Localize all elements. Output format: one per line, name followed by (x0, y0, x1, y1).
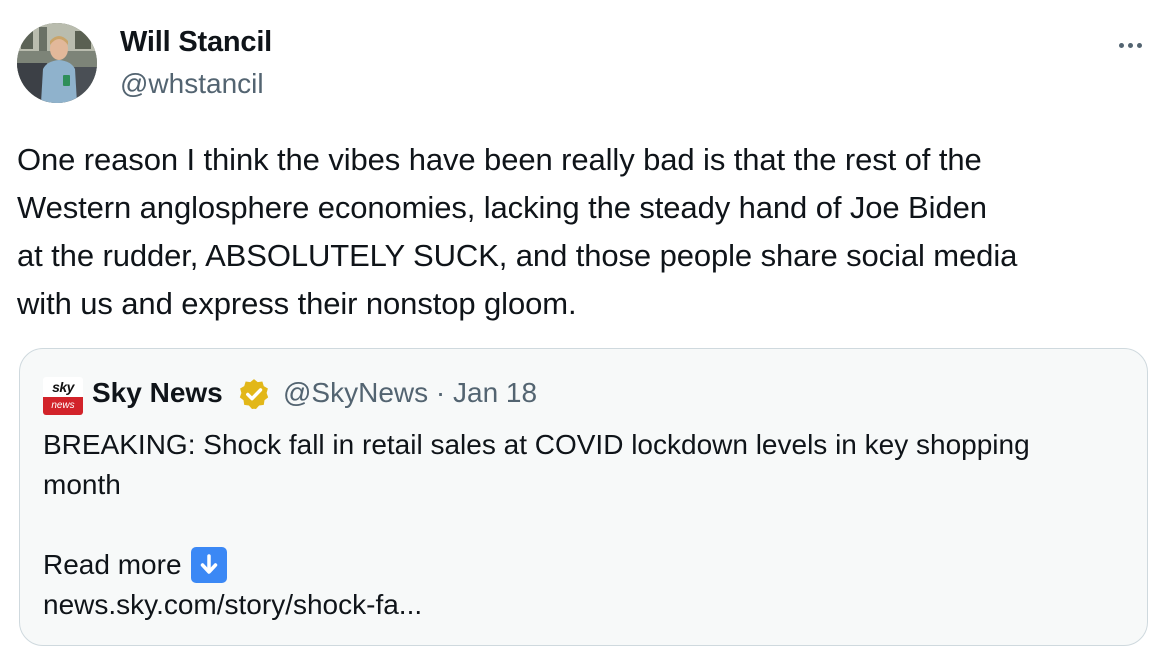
tweet-text: One reason I think the vibes have been r… (17, 142, 1018, 321)
author-name[interactable]: Will Stancil (120, 26, 272, 59)
read-more-label: Read more (43, 549, 182, 580)
dot (1136, 42, 1142, 48)
quoted-author-name[interactable]: Sky News (92, 377, 223, 409)
avatar[interactable] (17, 23, 97, 103)
sky-news-logo-icon: sky news (43, 377, 83, 415)
article-link[interactable]: news.sky.com/story/shock-fa... (43, 585, 422, 625)
read-more: Read more (43, 545, 227, 585)
quoted-text: BREAKING: Shock fall in retail sales at … (43, 429, 1030, 500)
more-options-icon[interactable] (1110, 30, 1150, 60)
logo-bottom-text: news (43, 397, 83, 415)
author-handle[interactable]: @whstancil (120, 68, 264, 100)
dot (1127, 42, 1133, 48)
logo-top-text: sky (43, 377, 83, 397)
quoted-tweet[interactable]: sky news Sky News @SkyNews · Jan 18 BREA… (19, 348, 1148, 646)
quoted-meta[interactable]: @SkyNews · Jan 18 (283, 377, 537, 409)
dot (1118, 42, 1124, 48)
down-arrow-icon (190, 547, 227, 583)
verified-badge-icon (239, 379, 269, 410)
tweet: Will Stancil @whstancil One reason I thi… (0, 0, 1168, 664)
